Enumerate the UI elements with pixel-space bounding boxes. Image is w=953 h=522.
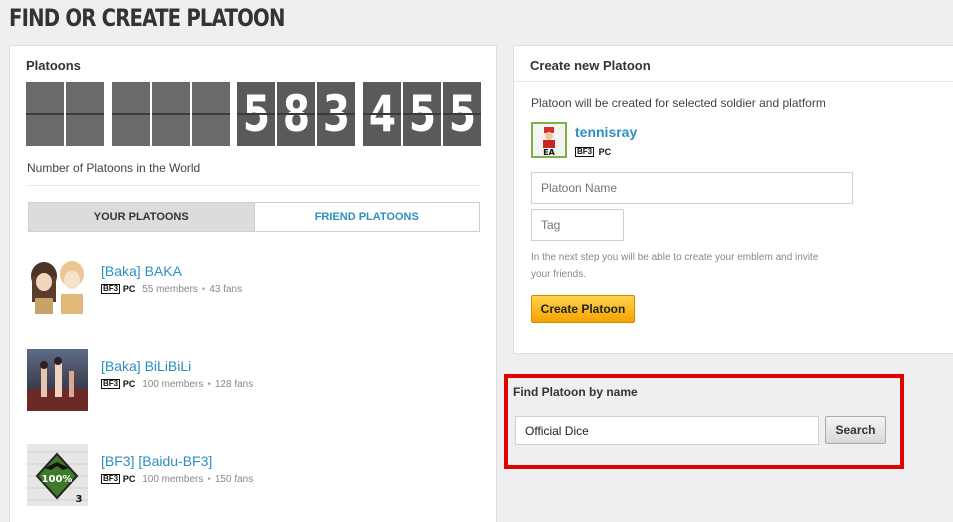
counter-digit: 5 (403, 82, 441, 146)
bf3-badge: BF3 (575, 146, 595, 157)
members-count: 100 members (142, 474, 204, 485)
platoon-name[interactable]: [Baka] BAKA (101, 263, 182, 279)
platoon-meta: BF3 PC 100 members • 150 fans (101, 474, 253, 485)
soldier-meta: BF3 PC (575, 143, 615, 161)
soldier-name[interactable]: tennisray (575, 124, 637, 140)
ea-logo-text: EA (543, 148, 555, 156)
soldier-avatar: EA (531, 122, 567, 158)
platoon-list-item[interactable]: 100% 3 [BF3] [Baidu-BF3] BF3 PC 100 memb… (27, 444, 467, 506)
platoon-name-input[interactable] (531, 172, 853, 204)
fans-count: 150 fans (214, 474, 254, 485)
platoon-meta: BF3 PC 55 members • 43 fans (101, 284, 242, 295)
page-title: FIND OR CREATE PLATOON (9, 4, 285, 32)
create-hint: your friends. (531, 269, 587, 280)
create-platoon-button[interactable]: Create Platoon (531, 295, 635, 323)
counter-digit (66, 82, 104, 146)
platoon-counter: 5 8 3 4 5 5 (26, 82, 482, 146)
create-platoon-panel: Create new Platoon Platoon will be creat… (513, 45, 953, 354)
platoons-title: Platoons (26, 58, 81, 73)
platoon-tabs: YOUR PLATOONS FRIEND PLATOONS (28, 202, 480, 232)
create-hint: In the next step you will be able to cre… (531, 252, 819, 263)
divider (514, 81, 953, 82)
members-count: 55 members (142, 284, 198, 295)
counter-digit (152, 82, 190, 146)
platoon-list-item[interactable]: [Baka] BiLiBiLi BF3 PC 100 members • 128 f… (27, 349, 467, 411)
separator: • (207, 474, 211, 485)
platoon-emblem (27, 349, 88, 411)
counter-digit: 4 (363, 82, 401, 146)
counter-digit (26, 82, 64, 146)
emblem-badge: 3 (76, 494, 83, 505)
separator: • (201, 284, 206, 295)
platoon-emblem (27, 254, 88, 316)
counter-digit: 8 (277, 82, 315, 146)
fans-count: 43 fans (209, 284, 243, 295)
find-platoon-title: Find Platoon by name (513, 385, 638, 399)
counter-digit (192, 82, 230, 146)
platform-label: PC (122, 284, 136, 295)
search-button[interactable]: Search (825, 416, 886, 444)
counter-digit (112, 82, 150, 146)
platoon-search-input[interactable] (515, 416, 819, 445)
find-platoon-box: Find Platoon by name Search (504, 374, 904, 469)
members-count: 100 members (142, 379, 204, 390)
tab-friend-platoons[interactable]: FRIEND PLATOONS (253, 203, 479, 231)
platform-label: PC (122, 379, 136, 390)
fans-count: 128 fans (214, 379, 254, 390)
create-platoon-title: Create new Platoon (530, 58, 651, 73)
platoon-name[interactable]: [Baka] BiLiBiLi (101, 358, 191, 374)
create-intro: Platoon will be created for selected sol… (531, 96, 826, 110)
platoons-panel: Platoons 5 8 3 4 5 5 Number of Platoons … (9, 45, 497, 522)
platform-label: PC (598, 146, 612, 157)
bf3-badge: BF3 (101, 474, 121, 485)
counter-digit: 5 (237, 82, 275, 146)
tab-your-platoons[interactable]: YOUR PLATOONS (29, 203, 254, 231)
platoon-emblem: 100% 3 (27, 444, 88, 506)
divider (27, 185, 479, 186)
separator: • (207, 379, 211, 390)
platoon-list-item[interactable]: [Baka] BAKA BF3 PC 55 members • 43 fans (27, 254, 467, 316)
tag-input[interactable] (531, 209, 624, 241)
emblem-text: 100% (42, 474, 73, 485)
counter-digit: 5 (443, 82, 481, 146)
bf3-badge: BF3 (101, 284, 121, 295)
platoon-name[interactable]: [BF3] [Baidu-BF3] (101, 453, 212, 469)
counter-digit: 3 (317, 82, 355, 146)
bf3-badge: BF3 (101, 379, 121, 390)
counter-caption: Number of Platoons in the World (27, 161, 201, 175)
platform-label: PC (122, 474, 136, 485)
platoon-meta: BF3 PC 100 members • 128 fans (101, 379, 253, 390)
